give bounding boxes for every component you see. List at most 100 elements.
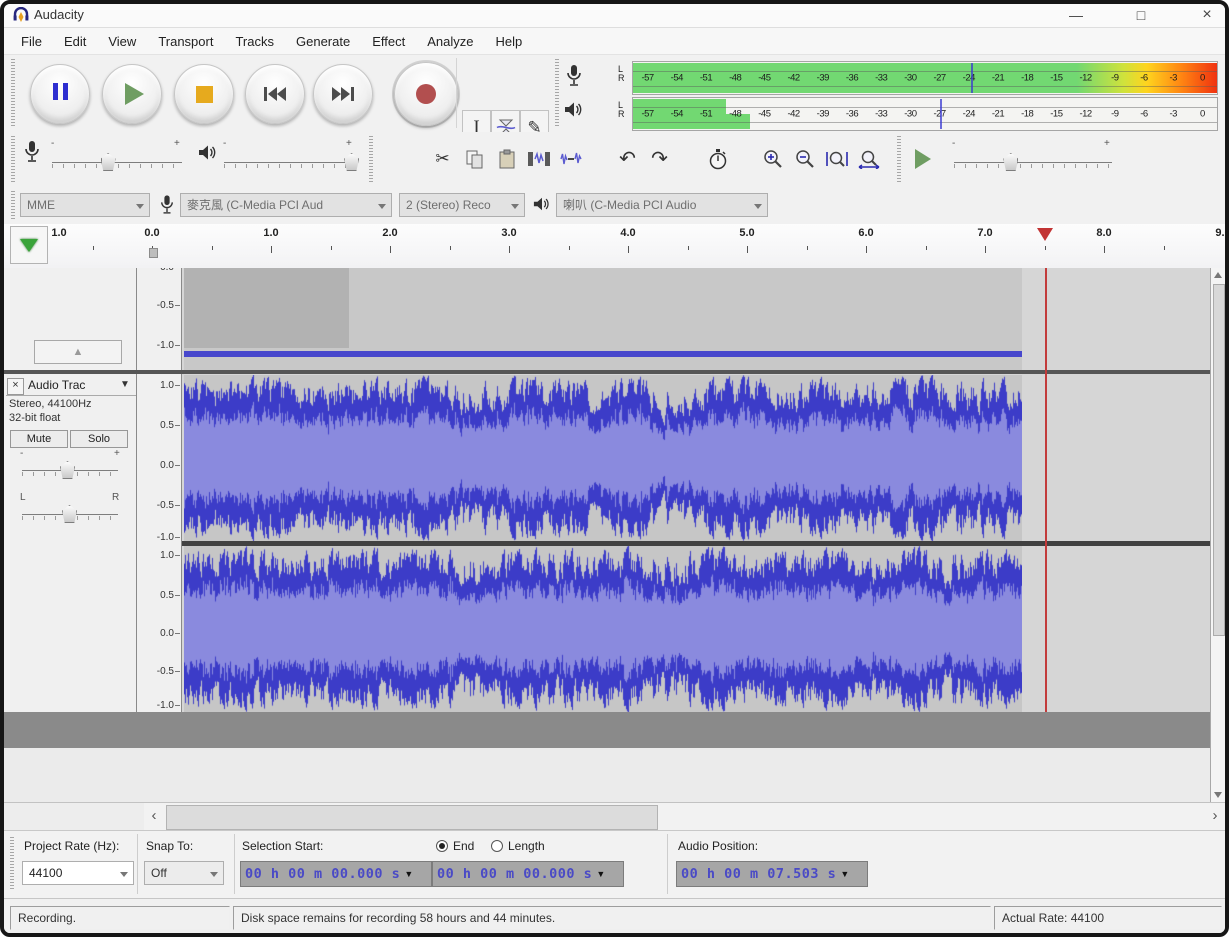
selection-toolbar-grip[interactable]	[10, 837, 14, 891]
vertical-scrollbar-thumb[interactable]	[1213, 284, 1225, 636]
end-radio[interactable]	[436, 840, 448, 852]
track2-name[interactable]: Audio Trac	[28, 378, 85, 392]
recording-meter[interactable]: -57-54-51-48-45-42-39-36-33-30-27-24-21-…	[632, 61, 1218, 95]
meter-db-label: -24	[963, 109, 975, 120]
menu-item-view[interactable]: View	[97, 34, 147, 49]
horizontal-scrollbar[interactable]: ‹ ›	[144, 802, 1225, 830]
fit-selection-button[interactable]	[823, 145, 850, 172]
device-toolbar-grip[interactable]	[11, 191, 15, 219]
menu-item-effect[interactable]: Effect	[361, 34, 416, 49]
scroll-right-button[interactable]: ›	[1205, 803, 1225, 830]
menu-item-analyze[interactable]: Analyze	[416, 34, 484, 49]
record-volume-slider[interactable]	[52, 162, 182, 163]
time-field-dropdown-icon[interactable]: ▼	[404, 869, 413, 879]
meter-db-label: -57	[641, 73, 653, 84]
meter-db-label: -6	[1140, 109, 1147, 120]
scroll-up-icon[interactable]	[1214, 272, 1222, 278]
menu-item-transport[interactable]: Transport	[147, 34, 224, 49]
playback-device-select[interactable]: 喇叭 (C-Media PCI Audio	[556, 193, 768, 217]
menu-item-edit[interactable]: Edit	[53, 34, 97, 49]
recording-channels-select[interactable]: 2 (Stereo) Reco	[399, 193, 525, 217]
end-radio-label[interactable]: End	[453, 839, 474, 853]
close-button[interactable]: ×	[1190, 5, 1224, 25]
chevron-down-icon	[378, 204, 386, 209]
titlebar[interactable]: Audacity — □ ×	[4, 4, 1225, 28]
timeline-cursor-handle[interactable]	[149, 248, 158, 258]
play-button[interactable]	[102, 64, 162, 124]
playback-volume-slider[interactable]	[224, 162, 354, 163]
stop-button[interactable]	[174, 64, 234, 124]
playback-meter-peak-indicator	[940, 99, 942, 129]
track2-control-panel[interactable]	[4, 374, 137, 712]
menu-item-generate[interactable]: Generate	[285, 34, 361, 49]
menu-item-file[interactable]: File	[10, 34, 53, 49]
audio-host-select[interactable]: MME	[20, 193, 150, 217]
play-at-speed-button[interactable]	[909, 145, 936, 172]
solo-button[interactable]: Solo	[70, 430, 128, 448]
timeline-tick	[93, 246, 94, 250]
mixer-mic-icon	[24, 140, 40, 164]
pause-button[interactable]	[30, 64, 90, 124]
fit-project-button[interactable]	[855, 145, 882, 172]
undo-button[interactable]: ↶	[614, 145, 641, 172]
timeline-ruler[interactable]: 1.00.01.02.03.04.05.06.07.08.09.0	[4, 224, 1225, 268]
copy-button[interactable]	[461, 145, 488, 172]
waveform-left-channel[interactable]	[184, 375, 1022, 541]
track2-close-button[interactable]: ×	[7, 378, 24, 395]
record-volume-thumb[interactable]	[101, 153, 116, 171]
play-speed-slider[interactable]	[954, 162, 1112, 163]
maximize-button[interactable]: □	[1124, 5, 1158, 25]
playback-meter[interactable]: -57-54-51-48-45-42-39-36-33-30-27-24-21-…	[632, 97, 1218, 131]
playback-volume-thumb[interactable]	[344, 153, 359, 171]
trim-audio-button[interactable]	[525, 145, 552, 172]
snap-to-select[interactable]: Off	[144, 861, 224, 885]
zoom-in-button[interactable]	[759, 145, 786, 172]
timeline-tick	[390, 246, 391, 253]
time-field-dropdown-icon[interactable]: ▼	[596, 869, 605, 879]
horizontal-scrollbar-thumb[interactable]	[166, 805, 658, 830]
transport-toolbar-grip[interactable]	[11, 59, 15, 127]
device-mic-icon	[160, 193, 174, 217]
menu-item-tracks[interactable]: Tracks	[224, 34, 285, 49]
waveform-right-channel[interactable]	[184, 546, 1022, 712]
play-speed-thumb[interactable]	[1003, 153, 1018, 171]
vertical-scrollbar[interactable]	[1210, 268, 1225, 802]
audio-position-field[interactable]: 00 h 00 m 07.503 s▼	[676, 861, 868, 887]
timeline-tick	[450, 246, 451, 250]
track-separator[interactable]	[4, 370, 1210, 374]
length-radio[interactable]	[491, 840, 503, 852]
skip-to-end-button[interactable]	[313, 64, 373, 124]
playback-volume-min-mark: -	[223, 138, 226, 149]
track2-menu-dropdown[interactable]: ▼	[120, 379, 130, 390]
track1-collapse-button[interactable]: ▲	[34, 340, 122, 364]
cut-button[interactable]: ✂	[429, 145, 456, 172]
track1-selection-region[interactable]	[184, 268, 349, 348]
record-position-marker[interactable]	[1037, 228, 1053, 241]
timer-button[interactable]	[704, 145, 731, 172]
edit-toolbar-grip[interactable]	[369, 136, 373, 182]
redo-button[interactable]: ↷	[646, 145, 673, 172]
minimize-button[interactable]: —	[1059, 5, 1093, 25]
project-rate-select[interactable]: 44100	[22, 861, 134, 885]
length-radio-label[interactable]: Length	[508, 839, 545, 853]
meter-toolbar-grip[interactable]	[555, 59, 559, 127]
paste-button[interactable]	[493, 145, 520, 172]
below-tracks-band	[4, 712, 1210, 748]
skip-to-start-button[interactable]	[245, 64, 305, 124]
zoom-out-button[interactable]	[791, 145, 818, 172]
record-button[interactable]	[394, 62, 458, 126]
scroll-left-button[interactable]: ‹	[144, 803, 164, 830]
mute-button[interactable]: Mute	[10, 430, 68, 448]
recording-device-select[interactable]: 麥克風 (C-Media PCI Aud	[180, 193, 392, 217]
mixer-toolbar-grip[interactable]	[11, 136, 15, 182]
scroll-down-icon[interactable]	[1214, 792, 1222, 798]
silence-audio-button[interactable]	[557, 145, 584, 172]
selection-end-field[interactable]: 00 h 00 m 00.000 s▼	[432, 861, 624, 887]
timeline-pin-button[interactable]	[10, 226, 48, 264]
quick-play-pin-icon	[20, 239, 38, 252]
selection-start-field[interactable]: 00 h 00 m 00.000 s▼	[240, 861, 432, 887]
track1-flat-waveform	[184, 351, 1022, 357]
menu-item-help[interactable]: Help	[484, 34, 533, 49]
time-field-dropdown-icon[interactable]: ▼	[840, 869, 849, 879]
play-at-speed-toolbar-grip[interactable]	[897, 136, 901, 182]
